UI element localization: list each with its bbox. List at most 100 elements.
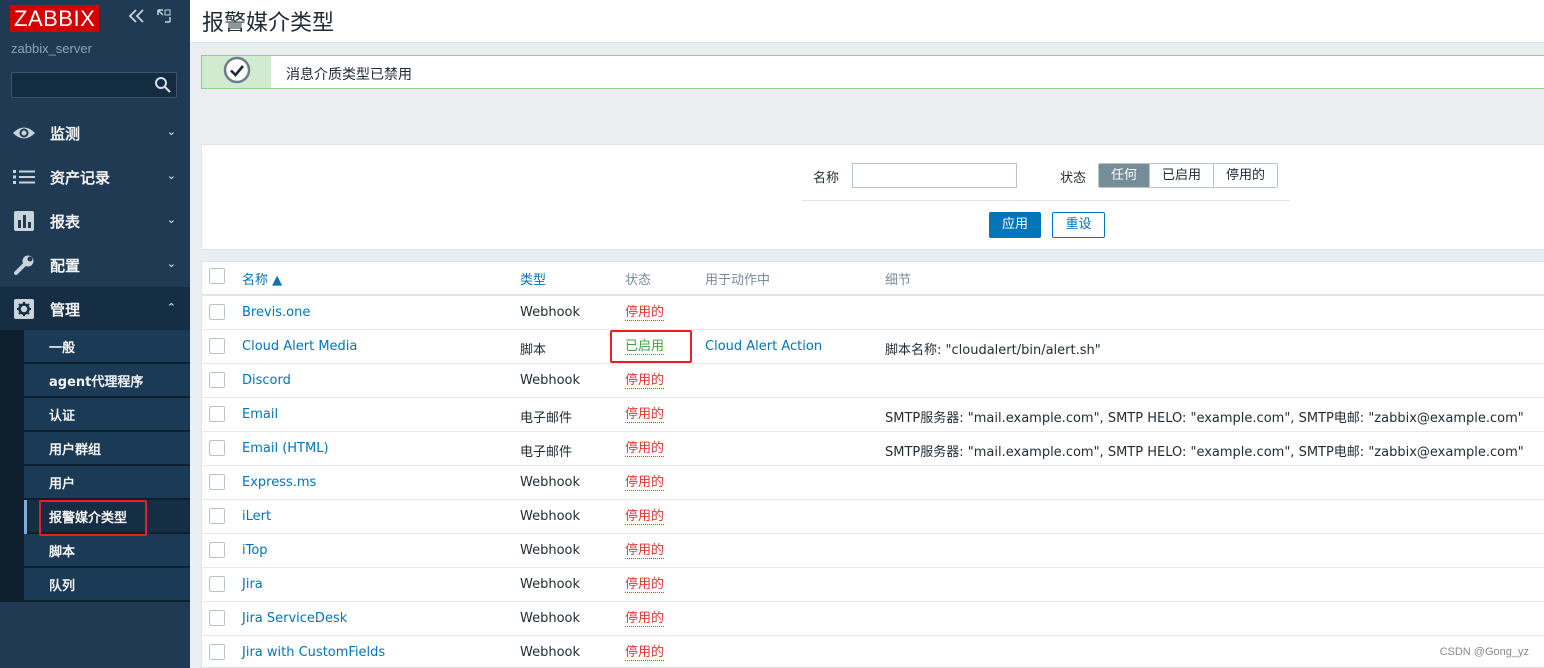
table-row: Brevis.one Webhook 停用的 <box>202 296 1544 330</box>
media-type-name-link[interactable]: Discord <box>242 373 291 388</box>
status-toggle-link[interactable]: 停用的 <box>625 373 665 389</box>
status-toggle-link[interactable]: 停用的 <box>625 543 665 559</box>
submenu-item-user-groups[interactable]: 用户群组 <box>24 432 190 465</box>
media-type-type: Webhook <box>520 577 581 592</box>
eye-icon <box>12 121 36 145</box>
menu-label: 管理 <box>50 300 81 319</box>
media-type-details: SMTP服务器: "mail.example.com", SMTP HELO: … <box>885 445 1524 460</box>
status-toggle-link[interactable]: 停用的 <box>625 509 665 525</box>
filter-name-input[interactable] <box>852 163 1017 188</box>
status-toggle-link[interactable]: 停用的 <box>625 305 665 321</box>
filter-panel: 名称 状态 任何 已启用 停用的 应用 重设 <box>201 144 1544 250</box>
media-type-type: Webhook <box>520 543 581 558</box>
media-type-name-link[interactable]: Brevis.one <box>242 305 310 320</box>
submenu-item-scripts[interactable]: 脚本 <box>24 534 190 567</box>
media-type-name-link[interactable]: Jira ServiceDesk <box>242 611 347 626</box>
check-circle-icon <box>223 56 251 88</box>
row-checkbox[interactable] <box>209 474 225 490</box>
media-type-type: 脚本 <box>520 343 547 358</box>
row-checkbox[interactable] <box>209 338 225 354</box>
column-header-status: 状态 <box>625 273 652 288</box>
submenu-item-proxies[interactable]: agent代理程序 <box>24 364 190 397</box>
table-row: Email 电子邮件 停用的 SMTP服务器: "mail.example.com",… <box>202 398 1544 432</box>
table-row: Cloud Alert Media 脚本 已启用 Cloud Alert Action… <box>202 330 1544 364</box>
media-type-name-link[interactable]: Jira with CustomFields <box>242 645 385 660</box>
column-header-used-in-actions: 用于动作中 <box>705 273 771 288</box>
table-row: Jira with CustomFields Webhook 停用的 <box>202 636 1544 668</box>
reset-button[interactable]: 重设 <box>1052 212 1105 238</box>
menu-label: 监测 <box>50 124 81 143</box>
submenu-item-general[interactable]: 一般 <box>24 330 190 363</box>
status-option-any[interactable]: 任何 <box>1099 164 1150 187</box>
row-checkbox[interactable] <box>209 610 225 626</box>
sidebar: ZABBIX zabbix_server 监测 ⌄ 资产记录 ⌄ 报表 ⌄ 配置… <box>0 0 190 668</box>
menu-monitoring[interactable]: 监测 ⌄ <box>0 111 190 155</box>
status-toggle-link[interactable]: 停用的 <box>625 577 665 593</box>
row-checkbox[interactable] <box>209 406 225 422</box>
collapse-sidebar-icon[interactable] <box>128 8 146 28</box>
menu-configuration[interactable]: 配置 ⌄ <box>0 243 190 287</box>
select-all-checkbox[interactable] <box>209 268 225 284</box>
column-header-type[interactable]: 类型 <box>520 269 546 288</box>
menu-reports[interactable]: 报表 ⌄ <box>0 199 190 243</box>
media-type-name-link[interactable]: Cloud Alert Media <box>242 339 357 354</box>
status-toggle-link[interactable]: 已启用 <box>625 339 665 355</box>
table-row: iLert Webhook 停用的 <box>202 500 1544 534</box>
media-type-name-link[interactable]: Express.ms <box>242 475 316 490</box>
media-type-type: 电子邮件 <box>520 411 573 426</box>
gear-icon <box>12 297 36 321</box>
status-toggle-link[interactable]: 停用的 <box>625 407 665 423</box>
menu-label: 配置 <box>50 256 81 275</box>
media-type-name-link[interactable]: Email <box>242 407 278 422</box>
filter-divider <box>802 200 1290 201</box>
media-type-details: SMTP服务器: "mail.example.com", SMTP HELO: … <box>885 411 1524 426</box>
row-checkbox[interactable] <box>209 440 225 456</box>
row-checkbox[interactable] <box>209 372 225 388</box>
table-row: Express.ms Webhook 停用的 <box>202 466 1544 500</box>
sidebar-search-input[interactable] <box>11 72 177 98</box>
chevron-down-icon: ⌄ <box>166 169 176 182</box>
column-header-name[interactable]: 名称 ▲ <box>242 269 282 288</box>
row-checkbox[interactable] <box>209 508 225 524</box>
success-icon-area <box>202 56 271 88</box>
row-checkbox[interactable] <box>209 304 225 320</box>
row-checkbox[interactable] <box>209 576 225 592</box>
kiosk-mode-icon[interactable] <box>156 8 172 28</box>
table-row: Discord Webhook 停用的 <box>202 364 1544 398</box>
apply-button[interactable]: 应用 <box>989 212 1041 238</box>
chevron-down-icon: ⌄ <box>166 257 176 270</box>
action-link[interactable]: Cloud Alert Action <box>705 339 822 354</box>
media-type-name-link[interactable]: iTop <box>242 543 268 558</box>
media-type-type: Webhook <box>520 305 581 320</box>
chevron-down-icon: ⌄ <box>166 213 176 226</box>
table-row: Jira Webhook 停用的 <box>202 568 1544 602</box>
row-checkbox[interactable] <box>209 542 225 558</box>
status-segmented-control[interactable]: 任何 已启用 停用的 <box>1098 163 1279 188</box>
menu-administration[interactable]: 管理 ⌃ <box>0 287 190 331</box>
filter-name-label: 名称 <box>813 171 840 186</box>
submenu-item-authentication[interactable]: 认证 <box>24 398 190 431</box>
status-option-disabled[interactable]: 停用的 <box>1213 164 1278 187</box>
status-toggle-link[interactable]: 停用的 <box>625 611 665 627</box>
header-band <box>190 0 1544 43</box>
status-toggle-link[interactable]: 停用的 <box>625 441 665 457</box>
media-type-type: Webhook <box>520 475 581 490</box>
submenu-item-media-types[interactable]: 报警媒介类型 <box>24 500 190 533</box>
media-type-name-link[interactable]: Jira <box>242 577 263 592</box>
media-type-name-link[interactable]: iLert <box>242 509 271 524</box>
chevron-down-icon: ⌄ <box>166 125 176 138</box>
wrench-icon <box>12 253 36 277</box>
zabbix-logo[interactable]: ZABBIX <box>10 5 100 32</box>
menu-inventory[interactable]: 资产记录 ⌄ <box>0 155 190 199</box>
row-checkbox[interactable] <box>209 644 225 660</box>
submenu-item-users[interactable]: 用户 <box>24 466 190 499</box>
message-text: 消息介质类型已禁用 <box>286 67 412 83</box>
status-toggle-link[interactable]: 停用的 <box>625 475 665 491</box>
chevron-up-icon: ⌃ <box>166 301 176 314</box>
submenu-item-queue[interactable]: 队列 <box>24 568 190 601</box>
status-toggle-link[interactable]: 停用的 <box>625 645 665 661</box>
media-type-name-link[interactable]: Email (HTML) <box>242 441 329 456</box>
menu-label: 资产记录 <box>50 168 111 187</box>
status-option-enabled[interactable]: 已启用 <box>1149 164 1214 187</box>
search-icon[interactable] <box>154 76 172 94</box>
